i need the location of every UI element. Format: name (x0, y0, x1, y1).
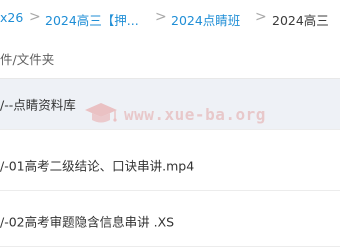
list-item-label: /-02高考审题隐含信息串讲 .XS (0, 214, 175, 230)
file-folder-column-header: 件/文件夹 (0, 52, 55, 67)
file-browser: x26 > 2024高三【押... > 2024点睛班 > 2024高三 件/文… (0, 0, 340, 252)
breadcrumb-separator-icon: > (255, 9, 267, 25)
breadcrumb-item-current: 2024高三 (272, 13, 329, 28)
list-item-video-01[interactable]: /-01高考二级结论、口诀串讲.mp4 (0, 140, 340, 191)
breadcrumb-separator-icon: > (29, 9, 41, 25)
list-item-label: /-01高考二级结论、口诀串讲.mp4 (0, 158, 195, 174)
breadcrumb: x26 > 2024高三【押... > 2024点睛班 > 2024高三 (0, 0, 340, 37)
list-item-folder-library[interactable]: /--点睛资料库 (0, 79, 340, 130)
breadcrumb-item-x26[interactable]: x26 (0, 10, 23, 25)
breadcrumb-item-2024-finishing-class[interactable]: 2024点睛班 (171, 10, 240, 29)
list-item-file-02[interactable]: /-02高考审题隐含信息串讲 .XS (0, 196, 340, 247)
breadcrumb-item-2024-senior-three-push[interactable]: 2024高三【押... (45, 10, 139, 29)
list-item-label: /--点睛资料库 (0, 97, 76, 113)
breadcrumb-separator-icon: > (155, 9, 167, 25)
